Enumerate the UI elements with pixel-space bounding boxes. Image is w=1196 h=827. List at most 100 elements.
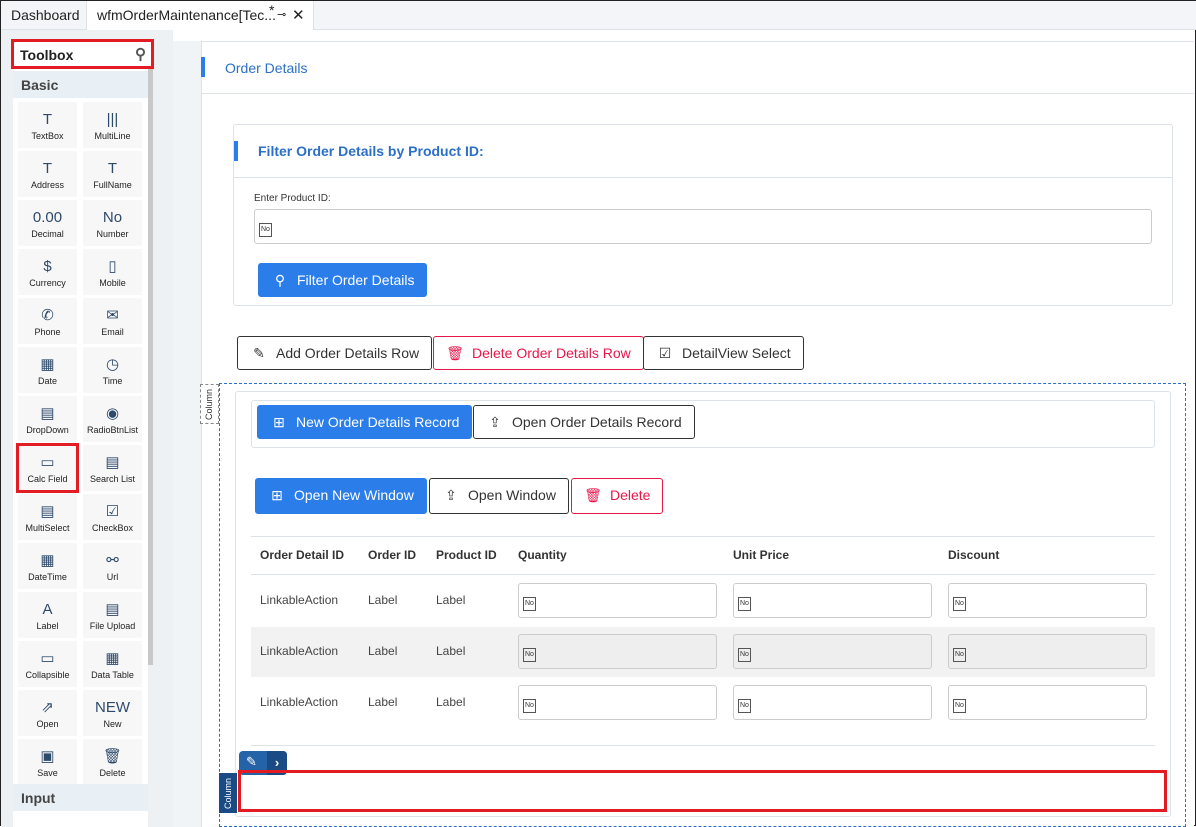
toolbox-item[interactable]: ▦ Date: [18, 347, 77, 393]
edit-icon[interactable]: ✎: [246, 754, 257, 770]
cell-input[interactable]: No: [948, 634, 1147, 669]
close-icon[interactable]: ✕: [292, 1, 305, 30]
toolbox-item-icon: ◷: [105, 356, 120, 373]
toolbox-item-icon: ⚯: [106, 552, 119, 569]
search-icon[interactable]: ⚲: [135, 45, 146, 63]
detailview-select-button[interactable]: ☑ DetailView Select: [643, 336, 804, 370]
toolbox-item[interactable]: ◷ Time: [83, 347, 142, 393]
toolbox-item[interactable]: ▤ File Upload: [83, 592, 142, 638]
toolbox-item[interactable]: ▦ DateTime: [18, 543, 77, 589]
product-id-input[interactable]: No: [254, 209, 1152, 244]
new-record-button[interactable]: ⊞ New Order Details Record: [257, 405, 473, 439]
delete-button[interactable]: 🗑 Delete: [571, 478, 664, 514]
section-basic[interactable]: Basic: [13, 71, 148, 98]
open-window-button[interactable]: ⇪ Open Window: [429, 478, 569, 514]
cell-input[interactable]: No: [733, 583, 932, 618]
number-icon: No: [523, 699, 536, 713]
toolbox-item-label: Decimal: [31, 229, 64, 239]
column-header[interactable]: Order ID: [368, 548, 416, 562]
column-tag[interactable]: Column: [200, 384, 219, 424]
section-input[interactable]: Input: [13, 784, 148, 811]
toolbox-item[interactable]: ▦ Data Table: [83, 641, 142, 687]
filter-title: Filter Order Details by Product ID:: [258, 143, 484, 159]
toolbox-item[interactable]: ☑ CheckBox: [83, 494, 142, 540]
column-header[interactable]: Unit Price: [733, 548, 789, 562]
number-icon: No: [738, 699, 751, 713]
cell-input[interactable]: No: [518, 685, 717, 720]
toolbox-item-label: DropDown: [26, 425, 69, 435]
trash-icon: 🗑: [584, 487, 602, 503]
toolbox-item-icon: T: [107, 160, 118, 177]
toolbox-item-label: CheckBox: [91, 523, 134, 533]
linkable-action[interactable]: LinkableAction: [260, 593, 338, 607]
toolbox-item[interactable]: ⇗ Open: [18, 690, 77, 736]
toolbox-item[interactable]: ✉ Email: [83, 298, 142, 344]
toolbox-scrollbar[interactable]: [148, 69, 153, 665]
cell-input[interactable]: No: [733, 634, 932, 669]
number-icon: No: [523, 648, 536, 662]
toolbox-item[interactable]: ▤ MultiSelect: [18, 494, 77, 540]
delete-row-button[interactable]: 🗑 Delete Order Details Row: [433, 336, 644, 370]
cell-input[interactable]: No: [518, 583, 717, 618]
linkable-action[interactable]: LinkableAction: [260, 644, 338, 658]
toolbox-item-label: Open: [36, 719, 59, 729]
toolbox-item-label: MultiLine: [94, 131, 131, 141]
toolbox-item-label: File Upload: [89, 621, 136, 631]
toolbox-item[interactable]: ◉ RadioBtnList: [83, 396, 142, 442]
toolbox-item[interactable]: ▭ Calc Field: [16, 443, 79, 493]
pin-icon[interactable]: ⊸: [277, 1, 286, 30]
toolbox-item[interactable]: ▤ Search List: [83, 445, 142, 491]
open-record-button[interactable]: ⇪ Open Order Details Record: [473, 405, 695, 439]
toolbox-item-label: Data Table: [91, 670, 134, 680]
page-header: Order Details: [201, 41, 1194, 94]
toolbox-item[interactable]: ▤ DropDown: [18, 396, 77, 442]
toolbox-item-icon: ⇗: [41, 699, 54, 716]
toolbox-item-icon: ▯: [108, 258, 117, 275]
linkable-action[interactable]: LinkableAction: [260, 695, 338, 709]
toolbox-item[interactable]: T Address: [18, 151, 77, 197]
toolbox-item[interactable]: T FullName: [83, 151, 142, 197]
toolbox-item-label: Email: [101, 327, 124, 337]
toolbox-item[interactable]: No Number: [83, 200, 142, 246]
toolbox-item-label: Delete: [99, 768, 126, 778]
selected-drop-zone[interactable]: [238, 770, 1167, 812]
toolbox-search[interactable]: Toolbox ⚲: [11, 39, 154, 69]
page-title: Order Details: [225, 60, 308, 76]
column-tag-selected[interactable]: Column: [219, 773, 237, 813]
toolbox-item[interactable]: ▣ Save: [18, 739, 77, 785]
column-header[interactable]: Quantity: [518, 548, 567, 562]
toolbox-item[interactable]: NEW New: [83, 690, 142, 736]
toolbox-item-icon: ▤: [105, 601, 120, 618]
column-header[interactable]: Order Detail ID: [260, 548, 344, 562]
toolbox-item[interactable]: ⚯ Url: [83, 543, 142, 589]
toolbox-item[interactable]: 0.00 Decimal: [18, 200, 77, 246]
toolbox-item[interactable]: T TextBox: [18, 102, 77, 148]
column-header[interactable]: Product ID: [436, 548, 497, 562]
add-row-button[interactable]: ✎ Add Order Details Row: [237, 336, 433, 370]
tab-dashboard[interactable]: Dashboard: [1, 1, 90, 30]
toolbox-item[interactable]: ▭ Collapsible: [18, 641, 77, 687]
toolbox-item[interactable]: ✆ Phone: [18, 298, 77, 344]
filter-order-details-button[interactable]: ⚲ Filter Order Details: [258, 263, 428, 297]
cell-input[interactable]: No: [948, 685, 1147, 720]
toolbox-item-label: TextBox: [31, 131, 64, 141]
cell-input[interactable]: No: [948, 583, 1147, 618]
toolbox-item-icon: ◉: [105, 405, 120, 422]
toolbox-item-icon: ▭: [40, 454, 55, 471]
toolbox-item-icon: $: [43, 258, 52, 275]
open-new-window-button[interactable]: ⊞ Open New Window: [255, 478, 427, 514]
tab-order-maintenance[interactable]: wfmOrderMaintenance[Tec... * ⊸ ✕: [86, 1, 314, 30]
toolbox-item-label: Phone: [34, 327, 61, 337]
edit-icon: ✎: [253, 345, 265, 361]
toolbox-item-label: Label: [36, 621, 59, 631]
toolbox-item[interactable]: 🗑 Delete: [83, 739, 142, 785]
toolbox-item-label: Time: [102, 376, 123, 386]
toolbox-item-icon: |||: [106, 111, 119, 128]
column-header[interactable]: Discount: [948, 548, 999, 562]
toolbox-item[interactable]: $ Currency: [18, 249, 77, 295]
cell-input[interactable]: No: [733, 685, 932, 720]
toolbox-item[interactable]: ||| MultiLine: [83, 102, 142, 148]
toolbox-item[interactable]: A Label: [18, 592, 77, 638]
cell-input[interactable]: No: [518, 634, 717, 669]
toolbox-item[interactable]: ▯ Mobile: [83, 249, 142, 295]
